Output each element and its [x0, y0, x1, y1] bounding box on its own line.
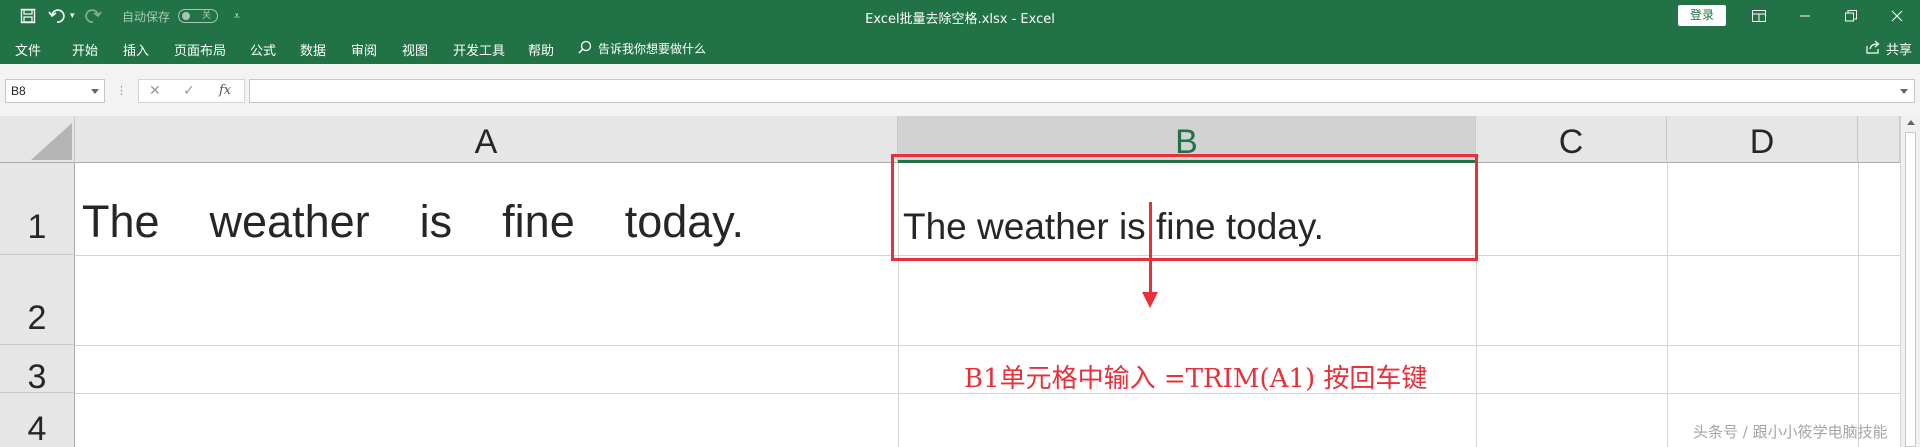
- name-box[interactable]: B8: [5, 79, 105, 103]
- share-button[interactable]: 共享: [1866, 39, 1912, 58]
- watermark: 头条号 / 跟小小筱学电脑技能: [1693, 423, 1888, 441]
- enter-icon[interactable]: ✓: [183, 83, 195, 99]
- tab-developer[interactable]: 开发工具: [453, 40, 505, 59]
- minimize-icon[interactable]: [1782, 0, 1828, 32]
- tab-view[interactable]: 视图: [402, 40, 428, 59]
- annotation-text: B1单元格中输入 =TRIM(A1) 按回车键: [964, 364, 1428, 394]
- row-header-3[interactable]: 3: [0, 345, 75, 396]
- worksheet-grid[interactable]: A B C D 1 2 3 4 The weather is fine toda…: [0, 116, 1920, 447]
- formula-bar: B8 ⋮ ✕ ✓ fx: [0, 64, 1920, 116]
- row-header-2[interactable]: 2: [0, 255, 75, 345]
- cell-a1[interactable]: The weather is fine today.: [82, 196, 744, 248]
- column-header-c[interactable]: C: [1476, 116, 1667, 163]
- window-title: Excel批量去除空格.xlsx - Excel: [865, 12, 1055, 27]
- tab-review[interactable]: 审阅: [351, 40, 377, 59]
- title-bar: ▾ 自动保存 关 ⩡ Excel批量去除空格.xlsx - Excel 登录: [0, 0, 1920, 32]
- scroll-up-icon[interactable]: [1907, 120, 1915, 125]
- restore-icon[interactable]: [1828, 0, 1874, 32]
- resize-handle-icon[interactable]: ⋮: [116, 84, 127, 97]
- gridline: [1858, 163, 1859, 447]
- arrow-head-icon: [1142, 292, 1158, 308]
- ribbon-display-options-icon[interactable]: [1736, 0, 1782, 32]
- chevron-down-icon[interactable]: [91, 89, 99, 94]
- cancel-icon[interactable]: ✕: [149, 83, 161, 99]
- tab-formulas[interactable]: 公式: [250, 40, 276, 59]
- column-header-d[interactable]: D: [1667, 116, 1858, 163]
- tab-home[interactable]: 开始: [72, 40, 98, 59]
- formula-buttons: ✕ ✓ fx: [138, 79, 245, 103]
- close-icon[interactable]: [1874, 0, 1920, 32]
- column-header-e[interactable]: [1858, 116, 1900, 163]
- tell-me-search[interactable]: 告诉我你想要做什么: [578, 40, 706, 57]
- highlight-box: [891, 154, 1478, 261]
- name-box-value: B8: [11, 84, 26, 98]
- search-icon: [578, 40, 592, 57]
- gridline: [1667, 163, 1668, 447]
- tab-insert[interactable]: 插入: [123, 40, 149, 59]
- tab-page-layout[interactable]: 页面布局: [174, 40, 226, 59]
- formula-input[interactable]: [249, 79, 1915, 103]
- column-header-a[interactable]: A: [75, 116, 898, 163]
- tell-me-label: 告诉我你想要做什么: [598, 42, 707, 56]
- row-header-1[interactable]: 1: [0, 163, 75, 255]
- scroll-thumb[interactable]: [1905, 132, 1916, 447]
- expand-formula-bar-icon[interactable]: [1900, 89, 1908, 94]
- arrow-down-icon: [1149, 202, 1152, 295]
- insert-function-icon[interactable]: fx: [219, 83, 231, 98]
- tab-data[interactable]: 数据: [300, 40, 326, 59]
- row-header-4[interactable]: 4: [0, 393, 75, 447]
- share-icon: [1866, 40, 1880, 58]
- select-all-button[interactable]: [0, 116, 75, 163]
- login-button[interactable]: 登录: [1678, 5, 1726, 26]
- vertical-scrollbar[interactable]: [1900, 116, 1920, 447]
- gridline: [75, 345, 1900, 346]
- tab-file[interactable]: 文件: [15, 40, 41, 59]
- ribbon-tabs: 文件 开始 插入 页面布局 公式 数据 审阅 视图 开发工具 帮助 告诉我你想要…: [0, 32, 1920, 64]
- share-label: 共享: [1885, 43, 1912, 58]
- tab-help[interactable]: 帮助: [528, 40, 554, 59]
